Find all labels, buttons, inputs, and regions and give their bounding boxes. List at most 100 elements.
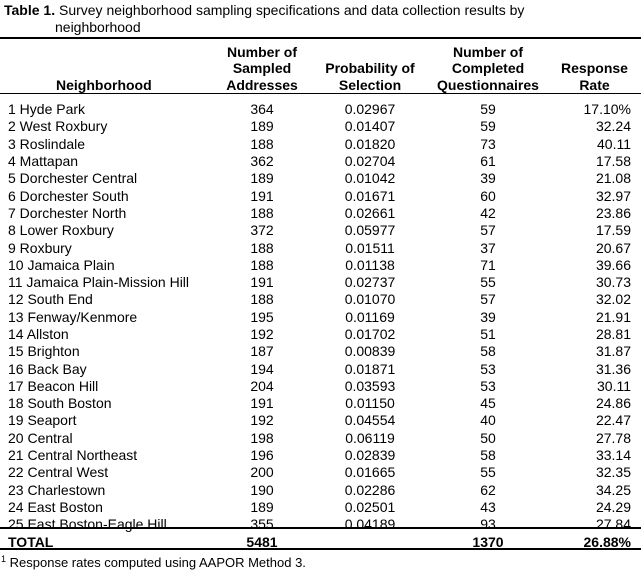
header-response-rate: Response Rate [561,60,628,93]
cell-neighborhood: 10 Jamaica Plain [8,256,115,273]
cell-response-rate: 24.86 [595,395,631,412]
cell-probability: 0.01671 [344,187,396,204]
table-row: 24 East Boston 189 0.02501 43 24.29 [0,499,641,516]
cell-response-rate: 39.66 [595,256,631,273]
table-row: 21 Central Northeast 196 0.02839 58 33.14 [0,447,641,464]
cell-neighborhood: 9 Roxbury [8,239,72,256]
cell-neighborhood: 20 Central [8,429,73,446]
cell-probability: 0.02286 [344,481,396,498]
cell-sampled: 372 [250,222,274,239]
cell-neighborhood: 16 Back Bay [8,360,87,377]
cell-response-rate: 33.14 [595,447,631,464]
cell-completed: 39 [480,170,496,187]
table-row: 2 West Roxbury 189 0.01407 59 32.24 [0,118,641,135]
cell-probability: 0.01042 [344,170,396,187]
cell-completed: 51 [480,326,496,342]
cell-response-rate: 32.97 [595,187,631,204]
total-label: TOTAL [8,533,54,550]
caption-text-line1: Survey neighborhood sampling specificati… [58,2,525,18]
cell-sampled: 191 [250,395,274,412]
cell-completed: 71 [480,256,496,273]
table-row: 23 Charlestown 190 0.02286 62 34.25 [0,482,641,499]
table-page: Table 1. Survey neighborhood sampling sp… [0,0,641,583]
cell-neighborhood: 22 Central West [8,464,109,481]
cell-neighborhood: 1 Hyde Park [8,101,86,118]
cell-neighborhood: 6 Dorchester South [8,187,129,204]
cell-neighborhood: 3 Roslindale [8,135,86,152]
cell-probability: 0.01169 [345,308,395,325]
cell-sampled: 195 [250,308,274,325]
cell-probability: 0.00839 [344,343,396,360]
cell-response-rate: 30.73 [595,274,631,291]
cell-response-rate: 27.78 [595,429,631,446]
top-rule [0,37,641,39]
cell-probability: 0.01871 [344,360,396,377]
cell-neighborhood: 5 Dorchester Central [8,170,138,187]
cell-neighborhood: 13 Fenway/Kenmore [8,308,138,325]
footnote: 1 Response rates computed using AAPOR Me… [1,551,306,571]
table-row: 22 Central West 200 0.01665 55 32.35 [0,464,641,481]
cell-neighborhood: 17 Beacon Hill [8,377,99,394]
cell-response-rate: 17.58 [595,153,631,170]
cell-neighborhood: 18 South Boston [8,395,112,412]
cell-neighborhood: 19 Seaport [8,412,77,429]
cell-completed: 40 [480,412,496,429]
table-row: 19 Seaport 192 0.04554 40 22.47 [0,412,641,429]
cell-sampled: 189 [250,170,274,187]
cell-response-rate: 22.47 [595,412,631,429]
table-row: 4 Mattapan 362 0.02704 61 17.58 [0,153,641,170]
table-row: 13 Fenway/Kenmore 195 0.01169 39 21.91 [0,309,641,326]
cell-probability: 0.06119 [345,429,395,446]
cell-sampled: 194 [250,360,274,377]
cell-response-rate: 32.24 [595,118,631,135]
cell-sampled: 190 [250,481,274,498]
cell-completed: 58 [480,447,496,464]
table-row: 16 Back Bay 194 0.01871 53 31.36 [0,360,641,377]
cell-completed: 42 [480,204,496,221]
cell-probability: 0.02737 [344,274,396,291]
cell-sampled: 355 [250,516,274,533]
cell-neighborhood: 11 Jamaica Plain-Mission Hill [8,274,190,291]
cell-response-rate: 23.86 [595,204,631,221]
cell-sampled: 196 [250,447,274,464]
cell-neighborhood: 15 Brighton [8,343,80,360]
header-completed: Number of Completed Questionnaires [437,43,539,93]
total-response-rate: 26.88% [583,533,631,550]
total-probability-empty [312,533,428,551]
table-row: 3 Roslindale 188 0.01820 73 40.11 [0,136,641,153]
cell-neighborhood: 2 West Roxbury [8,118,108,135]
cell-completed: 55 [480,464,496,481]
cell-probability: 0.04554 [344,412,396,429]
table-row: 12 South End 188 0.01070 57 32.02 [0,291,641,308]
cell-completed: 59 [480,101,496,118]
cell-sampled: 188 [250,239,274,256]
cell-completed: 61 [480,153,496,170]
cell-response-rate: 40.11 [597,135,631,152]
cell-sampled: 362 [250,153,274,170]
table-row: 14 Allston 192 0.01702 51 28.81 [0,326,641,343]
cell-sampled: 188 [250,135,274,152]
cell-probability: 0.01665 [344,464,396,481]
cell-completed: 59 [480,118,496,135]
cell-response-rate: 17.59 [595,222,631,239]
cell-probability: 0.02967 [344,101,396,118]
cell-completed: 58 [480,343,496,360]
table-row: 7 Dorchester North 188 0.02661 42 23.86 [0,205,641,222]
cell-response-rate: 30.11 [597,377,631,394]
cell-probability: 0.02704 [344,153,396,170]
cell-neighborhood: 12 South End [8,291,93,308]
cell-probability: 0.05977 [344,222,396,239]
cell-completed: 53 [480,360,496,377]
table-row: 1 Hyde Park 364 0.02967 59 17.10% [0,101,641,118]
cell-neighborhood: 8 Lower Roxbury [8,222,114,239]
cell-response-rate: 20.67 [595,239,631,256]
cell-response-rate: 31.36 [595,360,631,377]
footnote-marker: 1 [1,554,7,564]
cell-sampled: 188 [250,204,274,221]
footnote-text: Response rates computed using AAPOR Meth… [9,555,306,570]
cell-completed: 45 [480,395,496,412]
cell-completed: 62 [480,481,496,498]
table-row: 9 Roxbury 188 0.01511 37 20.67 [0,239,641,256]
cell-neighborhood: 24 East Boston [8,498,103,515]
cell-completed: 55 [480,274,496,291]
